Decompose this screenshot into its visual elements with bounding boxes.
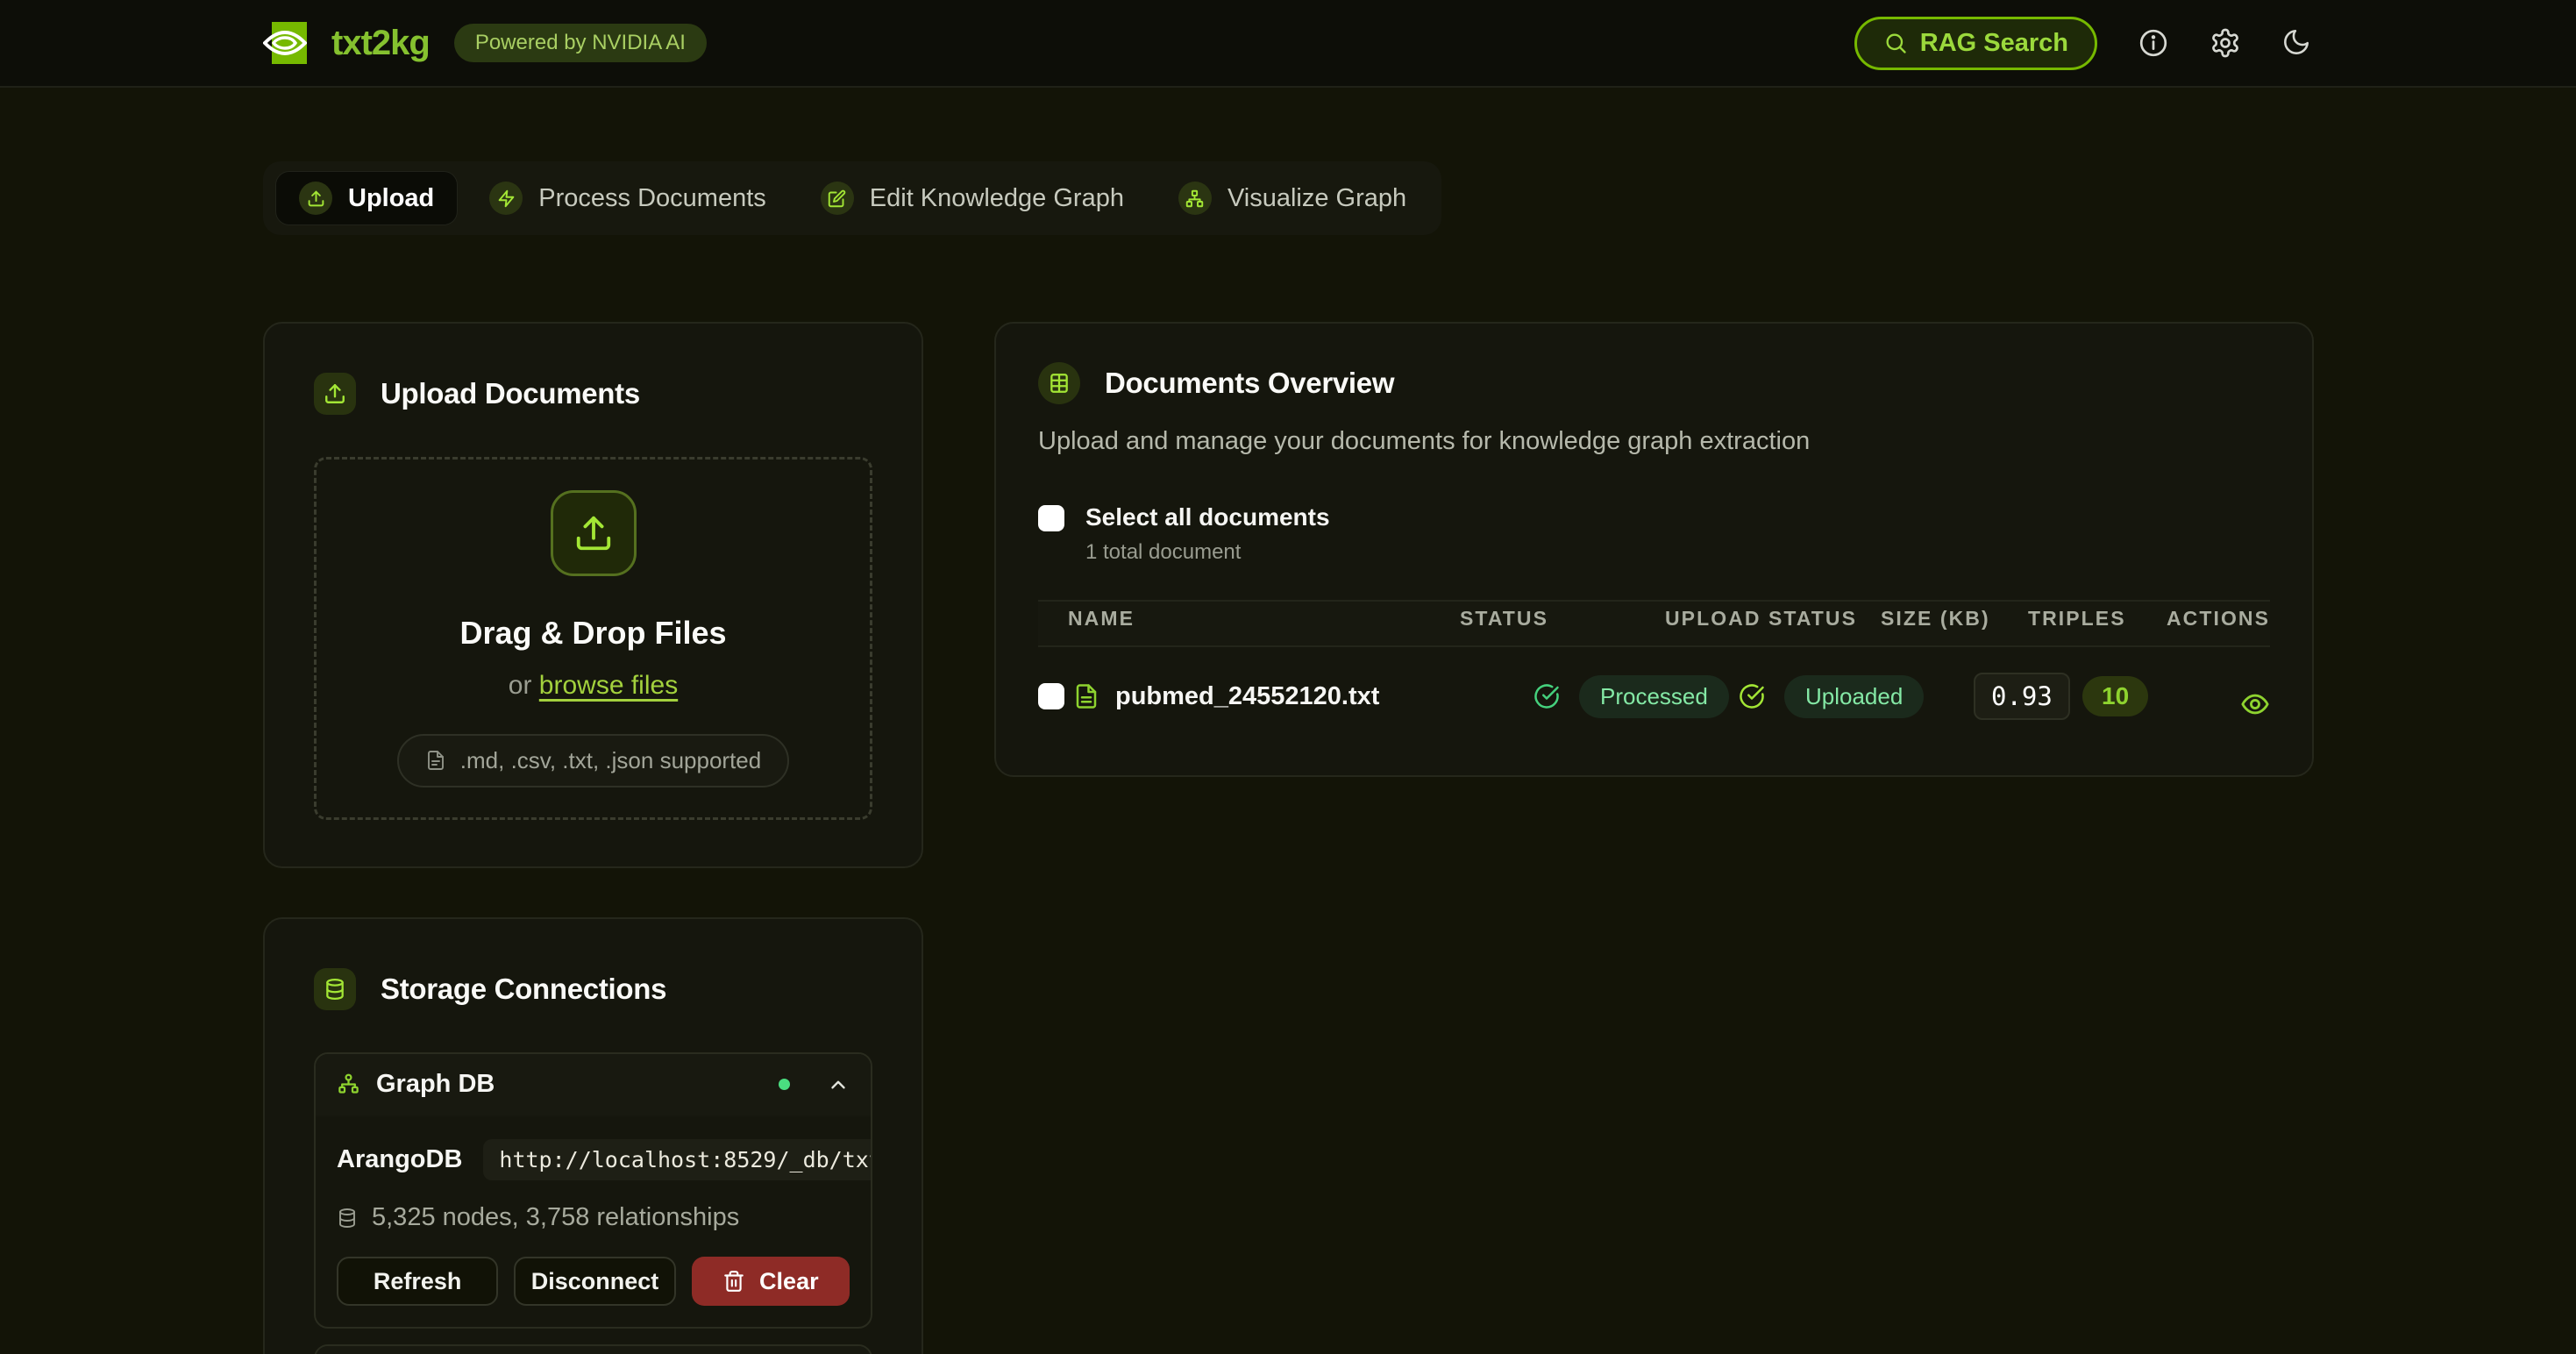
clear-button[interactable]: Clear	[692, 1257, 850, 1306]
documents-card-header: Documents Overview	[1038, 362, 2270, 404]
nvidia-logo-icon	[263, 22, 307, 64]
vector-db-toggle[interactable]: Vector DB	[316, 1346, 871, 1354]
tab-visualize-graph-label: Visualize Graph	[1228, 184, 1406, 213]
rag-search-button[interactable]: RAG Search	[1854, 17, 2097, 70]
clear-button-label: Clear	[759, 1268, 819, 1295]
view-document-eye-icon[interactable]	[2240, 689, 2270, 719]
brand-group: txt2kg Powered by NVIDIA AI	[263, 22, 707, 64]
tab-process-documents-label: Process Documents	[538, 184, 766, 213]
chevron-up-icon	[827, 1073, 850, 1096]
upload-card-header: Upload Documents	[314, 373, 872, 415]
supported-formats-text: .md, .csv, .txt, .json supported	[460, 747, 761, 774]
tab-upload[interactable]: Upload	[275, 171, 458, 225]
powered-by-badge: Powered by NVIDIA AI	[454, 24, 707, 62]
documents-overview-card: Documents Overview Upload and manage you…	[994, 322, 2314, 777]
upload-card-title: Upload Documents	[381, 377, 640, 410]
upload-icon	[299, 182, 332, 215]
lightning-icon	[489, 182, 523, 215]
column-name: NAME	[1038, 607, 1460, 631]
size-kb-value: 0.93	[1974, 673, 2070, 720]
disconnect-button[interactable]: Disconnect	[514, 1257, 675, 1306]
database-icon	[337, 1208, 358, 1229]
column-triples: TRIPLES	[2028, 607, 2167, 631]
connected-status-dot	[779, 1079, 790, 1090]
total-documents-label: 1 total document	[1085, 540, 1330, 565]
gear-icon[interactable]	[2210, 27, 2241, 59]
select-all-row: Select all documents 1 total document	[1038, 505, 2270, 565]
check-circle-icon	[1534, 683, 1560, 709]
check-circle-icon	[1739, 683, 1765, 709]
tab-upload-label: Upload	[348, 184, 434, 213]
documents-table-header: NAME STATUS UPLOAD STATUS SIZE (KB) TRIP…	[1038, 600, 2270, 647]
table-row: pubmed_24552120.txt Processed	[1038, 647, 2270, 745]
supported-formats-pill: .md, .csv, .txt, .json supported	[397, 734, 789, 787]
table-grid-icon	[1038, 362, 1080, 404]
top-bar: txt2kg Powered by NVIDIA AI RAG Search	[0, 0, 2576, 88]
or-text: or	[509, 671, 539, 700]
dark-mode-moon-icon[interactable]	[2281, 27, 2313, 59]
document-name: pubmed_24552120.txt	[1107, 682, 1534, 711]
provider-name: ArangoDB	[337, 1145, 462, 1174]
file-text-icon	[1073, 683, 1099, 709]
column-size-kb: SIZE (KB)	[1881, 607, 2028, 631]
triples-count-badge: 10	[2082, 676, 2148, 716]
browse-files-link[interactable]: browse files	[539, 671, 678, 700]
file-dropzone[interactable]: Drag & Drop Files or browse files .md, .…	[314, 457, 872, 820]
storage-card-header: Storage Connections	[314, 968, 872, 1010]
column-actions: ACTIONS	[2167, 607, 2270, 631]
upload-icon	[314, 373, 356, 415]
refresh-button[interactable]: Refresh	[337, 1257, 498, 1306]
file-icon	[425, 750, 446, 771]
graph-db-toggle[interactable]: Graph DB	[316, 1054, 871, 1115]
graph-db-section: Graph DB ArangoDB http://localhost:8529/…	[314, 1052, 872, 1329]
graph-hierarchy-icon	[337, 1073, 360, 1096]
storage-card-title: Storage Connections	[381, 973, 666, 1006]
documents-card-subtitle: Upload and manage your documents for kno…	[1038, 427, 2270, 456]
column-upload-status: UPLOAD STATUS	[1665, 607, 1881, 631]
documents-card-title: Documents Overview	[1105, 367, 1394, 400]
trash-icon	[722, 1270, 745, 1293]
graph-db-label: Graph DB	[376, 1070, 763, 1099]
select-all-label: Select all documents	[1085, 505, 1330, 530]
upload-arrow-icon	[551, 490, 637, 576]
app-title: txt2kg	[331, 24, 430, 63]
upload-documents-card: Upload Documents Drag & Drop Files or br…	[263, 322, 923, 868]
tab-edit-knowledge-graph[interactable]: Edit Knowledge Graph	[798, 172, 1147, 224]
database-icon	[314, 968, 356, 1010]
row-checkbox[interactable]	[1038, 683, 1064, 709]
graph-db-stats: 5,325 nodes, 3,758 relationships	[372, 1203, 739, 1232]
storage-connections-card: Storage Connections Graph DB	[263, 917, 923, 1354]
upload-status-badge: Uploaded	[1784, 675, 1924, 718]
documents-table: NAME STATUS UPLOAD STATUS SIZE (KB) TRIP…	[1038, 600, 2270, 745]
top-actions: RAG Search	[1854, 17, 2313, 70]
status-badge: Processed	[1579, 675, 1729, 718]
dropzone-subtitle: or browse files	[509, 671, 678, 701]
dropzone-title: Drag & Drop Files	[459, 615, 726, 652]
column-status: STATUS	[1460, 607, 1665, 631]
connection-url: http://localhost:8529/_db/txt2kg	[483, 1139, 872, 1180]
search-icon	[1883, 31, 1908, 55]
rag-search-label: RAG Search	[1920, 29, 2068, 58]
tab-visualize-graph[interactable]: Visualize Graph	[1156, 172, 1429, 224]
vector-db-section: Vector DB	[314, 1344, 872, 1354]
edit-pencil-icon	[821, 182, 854, 215]
tab-process-documents[interactable]: Process Documents	[466, 172, 789, 224]
select-all-checkbox[interactable]	[1038, 505, 1064, 531]
tab-edit-knowledge-graph-label: Edit Knowledge Graph	[870, 184, 1124, 213]
txt2kg-app: txt2kg Powered by NVIDIA AI RAG Search	[0, 0, 2576, 1354]
network-graph-icon	[1178, 182, 1212, 215]
info-icon[interactable]	[2138, 27, 2169, 59]
graph-db-details: ArangoDB http://localhost:8529/_db/txt2k…	[316, 1115, 871, 1327]
main-tabs: Upload Process Documents Edit Knowledge …	[263, 161, 1441, 235]
